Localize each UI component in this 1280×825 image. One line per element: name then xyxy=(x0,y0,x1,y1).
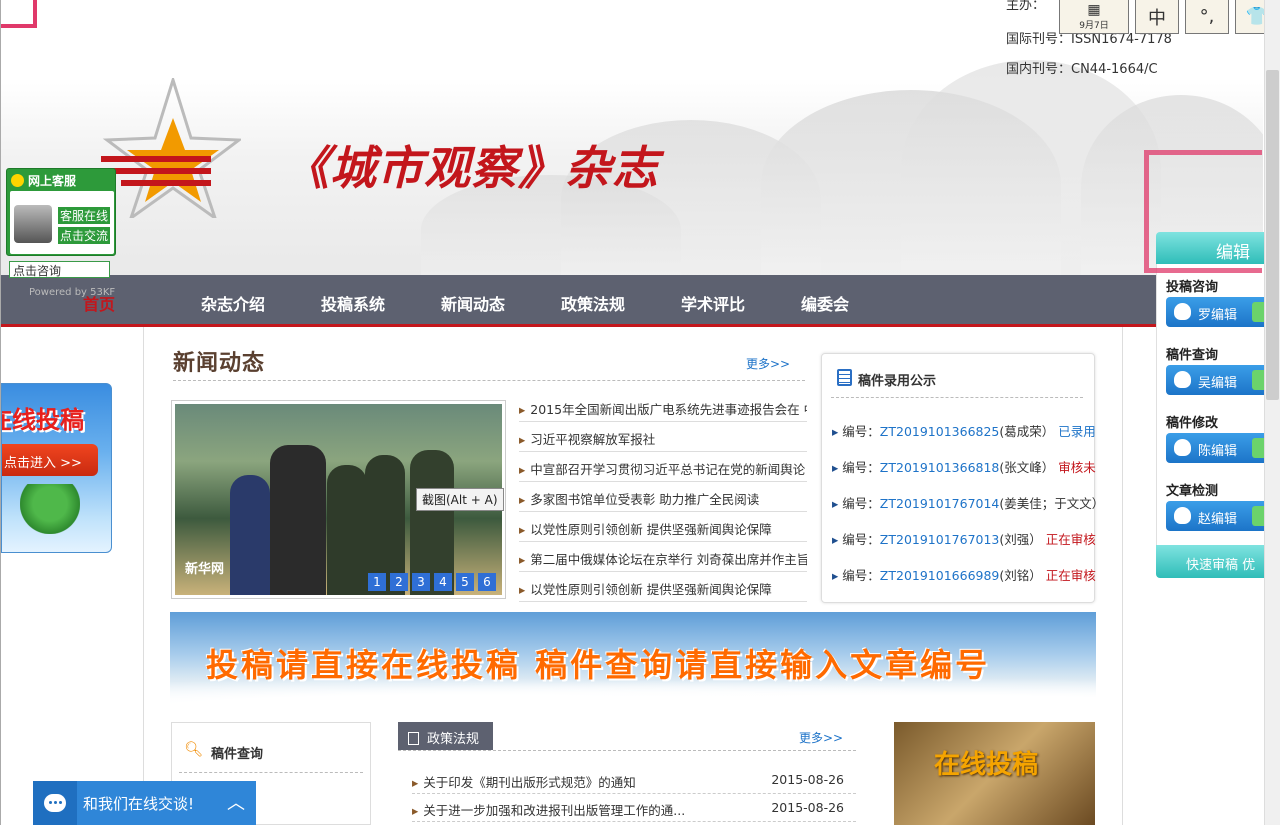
publisher-line: 主办： xyxy=(1006,0,1046,13)
news-item[interactable]: 以党性原则引领创新 提供坚强新闻舆论保障 xyxy=(519,572,807,602)
qq-editor-chen-button[interactable]: 陈编辑 xyxy=(1166,433,1264,463)
document-list-icon xyxy=(837,369,852,386)
divider xyxy=(173,380,805,381)
rp-label-revision: 稿件修改 xyxy=(1166,416,1219,431)
slider-page-6[interactable]: 6 xyxy=(478,573,496,591)
document-icon xyxy=(408,732,419,745)
record-row[interactable]: ▸ 编号：ZT2019101366825(葛成荣） 已录用 xyxy=(832,421,1096,440)
slider-page-1[interactable]: 1 xyxy=(368,573,386,591)
search-icon: 🔍︎ xyxy=(184,740,204,758)
divider xyxy=(398,750,856,751)
news-item[interactable]: 2015年全国新闻出版广电系统先进事迹报告会在 中 xyxy=(519,392,807,422)
banner-text: 投稿请直接在线投稿 稿件查询请直接输入文章编号 xyxy=(206,646,991,684)
chat-bubble-icon xyxy=(33,781,77,825)
slider-page-2[interactable]: 2 xyxy=(390,573,408,591)
enter-button[interactable]: 点击进入 >> xyxy=(2,444,98,476)
news-section-title: 新闻动态 xyxy=(173,350,266,376)
online-submit-image[interactable]: 在线投稿 xyxy=(894,722,1095,825)
chat-label: 和我们在线交谈! xyxy=(83,795,195,813)
online-submit-label: 在线投稿 xyxy=(934,750,1039,780)
corner-decoration xyxy=(1144,150,1262,273)
rp-label-submission: 投稿咨询 xyxy=(1166,280,1219,295)
slider-page-5[interactable]: 5 xyxy=(456,573,474,591)
customer-service-widget[interactable]: 网上客服 客服在线 点击交流 xyxy=(6,168,116,256)
powered-by: Powered by 53KF xyxy=(29,287,116,298)
corner-decoration xyxy=(1,0,37,28)
online-submit-float-title: 在线投稿 xyxy=(2,406,84,434)
divider xyxy=(179,772,363,773)
page: 《城市观察》杂志 主办： 国际刊号：ISSN1674-7178 国内刊号：CN4… xyxy=(0,0,1280,825)
nav-academic-review[interactable]: 学术评比 xyxy=(681,291,745,315)
policy-item[interactable]: 关于印发《期刊出版形式规范》的通知2015-08-26 xyxy=(412,766,856,794)
nav-submission-system[interactable]: 投稿系统 xyxy=(321,291,385,315)
nav-magazine-intro[interactable]: 杂志介绍 xyxy=(201,291,265,315)
record-row[interactable]: ▸ 编号：ZT2019101767014(姜美佳；于文文） xyxy=(832,493,1104,512)
tree-icon xyxy=(20,484,80,534)
rp-label-query: 稿件查询 xyxy=(1166,348,1219,363)
slider-page-4[interactable]: 4 xyxy=(434,573,452,591)
smile-icon xyxy=(11,174,24,187)
qq-editor-zhao-button[interactable]: 赵编辑 xyxy=(1166,501,1264,531)
qq-icon xyxy=(1174,507,1191,524)
news-item[interactable]: 第二届中俄媒体论坛在京举行 刘奇葆出席并作主旨 xyxy=(519,542,807,572)
language-toggle[interactable]: 中 xyxy=(1135,0,1179,34)
qq-editor-luo-button[interactable]: 罗编辑 xyxy=(1166,297,1264,327)
chevron-up-icon[interactable]: ︿ xyxy=(227,789,245,815)
site-title: 《城市观察》杂志 xyxy=(283,141,659,195)
news-more-link[interactable]: 更多>> xyxy=(746,355,790,372)
avatar xyxy=(14,205,52,243)
policy-header: 政策法规 xyxy=(398,722,493,750)
policy-title: 政策法规 xyxy=(427,732,480,747)
consult-input[interactable]: 点击咨询 xyxy=(9,261,110,278)
nav-policy[interactable]: 政策法规 xyxy=(561,291,625,315)
punctuation-icon[interactable]: °, xyxy=(1185,0,1229,34)
news-item[interactable]: 习近平视察解放军报社 xyxy=(519,422,807,452)
qq-editor-wu-button[interactable]: 吴编辑 xyxy=(1166,365,1264,395)
kf-title: 网上客服 xyxy=(28,174,77,188)
record-row[interactable]: ▸ 编号：ZT2019101366818(张文峰） 审核未 xyxy=(832,457,1096,476)
scrollbar-thumb[interactable] xyxy=(1266,70,1279,400)
news-item[interactable]: 多家图书馆单位受表彰 助力推广全民阅读 xyxy=(519,482,807,512)
issn-domestic: 国内刊号：CN44-1664/C xyxy=(1006,62,1158,77)
fast-review-banner[interactable]: 快速审稿 优 xyxy=(1156,545,1264,578)
policy-item[interactable]: 关于进一步加强和改进报刊出版管理工作的通...2015-08-26 xyxy=(412,794,856,822)
qq-icon xyxy=(1174,371,1191,388)
news-item[interactable]: 以党性原则引领创新 提供坚强新闻舆论保障 xyxy=(519,512,807,542)
nav-news[interactable]: 新闻动态 xyxy=(441,291,505,315)
policy-more-link[interactable]: 更多>> xyxy=(799,729,843,746)
slider-page-3[interactable]: 3 xyxy=(412,573,430,591)
photo-watermark: 新华网 xyxy=(185,562,225,577)
calendar-icon[interactable]: ▦ 9月7日 xyxy=(1059,0,1129,34)
records-title: 稿件录用公示 xyxy=(858,374,937,389)
rp-label-check: 文章检测 xyxy=(1166,484,1219,499)
record-row[interactable]: ▸ 编号：ZT2019101767013(刘强） 正在审核 xyxy=(832,529,1096,548)
qq-icon xyxy=(1174,303,1191,320)
screenshot-tooltip: 截图(Alt + A) xyxy=(416,488,504,511)
main-nav: 首页 杂志介绍 投稿系统 新闻动态 政策法规 学术评比 编委会 xyxy=(1,275,1263,327)
divider xyxy=(831,397,1083,398)
news-item[interactable]: 中宣部召开学习贯彻习近平总书记在党的新闻舆论 xyxy=(519,452,807,482)
nav-editorial-board[interactable]: 编委会 xyxy=(801,291,849,315)
kf-line2: 点击交流 xyxy=(58,227,111,244)
record-row[interactable]: ▸ 编号：ZT2019101666989(刘铭） 正在审核 xyxy=(832,565,1096,584)
online-submit-float[interactable]: 在线投稿 点击进入 >> xyxy=(1,383,112,553)
qq-icon xyxy=(1174,439,1191,456)
kf-line1: 客服在线 xyxy=(58,207,111,224)
query-title: 稿件查询 xyxy=(211,747,264,762)
chat-bar[interactable]: 和我们在线交谈! ︿ xyxy=(33,781,256,825)
